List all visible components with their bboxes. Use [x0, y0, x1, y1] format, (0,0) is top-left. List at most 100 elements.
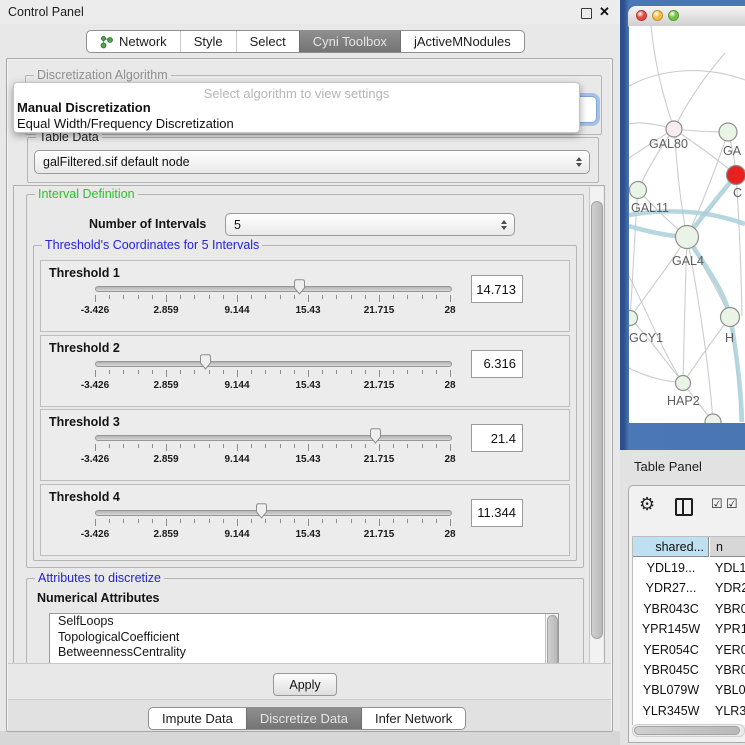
- slider-thumb[interactable]: [255, 503, 268, 519]
- attribute-list-item[interactable]: TopologicalCoefficient: [50, 630, 558, 646]
- slider-tick: [393, 444, 394, 448]
- slider-tick: [308, 295, 309, 302]
- attribute-list-item[interactable]: BetweennessCentrality: [50, 645, 558, 661]
- slider-tick: [308, 444, 309, 451]
- slider-tick: [379, 519, 380, 526]
- network-node[interactable]: [676, 376, 691, 391]
- threshold-value-field[interactable]: 6.316: [471, 350, 523, 378]
- tab-impute-data[interactable]: Impute Data: [149, 708, 246, 729]
- table-row[interactable]: YPR145WYPR1: [633, 619, 745, 639]
- table-row[interactable]: YDL19...YDL1: [633, 558, 745, 578]
- slider-tick: [294, 370, 295, 374]
- table-data-combobox[interactable]: galFiltered.sif default node: [34, 150, 590, 174]
- tab-style[interactable]: Style: [180, 31, 236, 52]
- slider-tick: [265, 295, 266, 299]
- slider-tick: [280, 370, 281, 374]
- slider-track[interactable]: [95, 435, 452, 441]
- table-horizontal-scrollbar[interactable]: [632, 724, 745, 737]
- slider-tick: [407, 295, 408, 299]
- gear-icon[interactable]: ⚙: [639, 494, 655, 515]
- algorithm-option[interactable]: Manual Discretization: [17, 100, 151, 115]
- slider-tick: [180, 295, 181, 299]
- list-scrollbar[interactable]: [545, 614, 558, 665]
- slider-track[interactable]: [95, 510, 452, 516]
- attribute-list-item[interactable]: SelfLoops: [50, 614, 558, 630]
- tab-discretize-data[interactable]: Discretize Data: [246, 708, 361, 729]
- number-of-intervals-combobox[interactable]: 5: [225, 213, 515, 236]
- number-of-intervals-label: Number of Intervals: [89, 217, 206, 231]
- close-icon[interactable]: ✕: [599, 4, 610, 20]
- tab-infer-network[interactable]: Infer Network: [361, 708, 465, 729]
- slider-tick: [436, 370, 437, 374]
- interval-definition-label: Interval Definition: [35, 187, 138, 201]
- slider-tick: [209, 444, 210, 448]
- cell-shared-name: YBL079W: [633, 680, 709, 700]
- network-node[interactable]: [666, 121, 682, 137]
- tab-jactivemnodules[interactable]: jActiveMNodules: [400, 31, 524, 52]
- table-header-shared-name[interactable]: shared...: [633, 537, 709, 557]
- network-node[interactable]: [727, 166, 745, 185]
- table-row[interactable]: YBL079WYBL0: [633, 680, 745, 700]
- slider-tick: [308, 370, 309, 377]
- cell-name: YLR3: [709, 701, 745, 721]
- slider-tick: [166, 295, 167, 302]
- threshold-value-field[interactable]: 11.344: [471, 499, 523, 527]
- apply-button[interactable]: Apply: [273, 673, 337, 696]
- table-row[interactable]: YER054CYER0: [633, 640, 745, 660]
- tab-network[interactable]: Network: [87, 31, 180, 52]
- threshold-label: Threshold 2: [49, 341, 120, 355]
- slider-tick: [379, 444, 380, 451]
- zoom-traffic-light-icon[interactable]: [668, 10, 679, 21]
- network-node[interactable]: [630, 182, 647, 199]
- table-row[interactable]: YLR345WYLR3: [633, 701, 745, 721]
- slider-tick: [237, 370, 238, 377]
- network-node[interactable]: [676, 226, 699, 249]
- cyni-toolbox-panel: Discretization Algorithm Table Data galF…: [6, 58, 613, 732]
- checkbox-icon[interactable]: ☑: [726, 496, 738, 512]
- slider-thumb[interactable]: [293, 279, 306, 295]
- split-columns-icon[interactable]: [675, 498, 693, 516]
- minimize-traffic-light-icon[interactable]: [652, 10, 663, 21]
- slider-tick: [223, 444, 224, 448]
- slider-tick-label: 9.144: [224, 305, 249, 316]
- threshold-label: Threshold 1: [49, 266, 120, 280]
- network-node[interactable]: [719, 123, 737, 141]
- slider-tick-label: 2.859: [153, 380, 178, 391]
- tab-select[interactable]: Select: [236, 31, 299, 52]
- slider-track[interactable]: [95, 361, 452, 367]
- network-node[interactable]: [721, 308, 740, 327]
- panel-title: Control Panel: [8, 5, 84, 19]
- slider-thumb[interactable]: [369, 428, 382, 444]
- network-canvas[interactable]: GAL80GACGAL11GAL4GCY1HHAP2: [629, 26, 745, 423]
- slider-tick-label: 15.43: [295, 454, 320, 465]
- numerical-attributes-list[interactable]: SelfLoopsTopologicalCoefficientBetweenne…: [49, 613, 559, 665]
- node-table-container: ⚙ ☑ ☑ shared...nYDL19...YDL1YDR27...YDR2…: [628, 485, 745, 743]
- slider-tick: [336, 295, 337, 299]
- threshold-value-field[interactable]: 14.713: [471, 275, 523, 303]
- settings-scrollbar[interactable]: [589, 187, 603, 663]
- apply-strip: Apply: [8, 663, 611, 700]
- tab-label: Discretize Data: [260, 711, 348, 726]
- cell-name: YBR0: [709, 660, 745, 680]
- float-window-icon[interactable]: [581, 8, 592, 19]
- node-table[interactable]: shared...nYDL19...YDL1YDR27...YDR2YBR043…: [632, 536, 745, 725]
- table-row[interactable]: YDR27...YDR2: [633, 578, 745, 598]
- slider-track[interactable]: [95, 286, 452, 292]
- slider-thumb[interactable]: [199, 354, 212, 370]
- slider-tick: [265, 519, 266, 523]
- tab-cyni-toolbox[interactable]: Cyni Toolbox: [299, 31, 400, 52]
- table-header-name[interactable]: n: [710, 537, 745, 557]
- settings-scroll-area: Interval Definition Number of Intervals …: [13, 185, 605, 665]
- slider-tick: [95, 370, 96, 377]
- table-row[interactable]: YBR045CYBR0: [633, 660, 745, 680]
- slider-tick: [95, 295, 96, 302]
- algorithm-option[interactable]: Equal Width/Frequency Discretization: [17, 116, 234, 131]
- threshold-value-field[interactable]: 21.4: [471, 424, 523, 452]
- close-traffic-light-icon[interactable]: [636, 10, 647, 21]
- threshold-label: Threshold 4: [49, 490, 120, 504]
- checkbox-icon[interactable]: ☑: [711, 496, 723, 512]
- threshold-box: Threshold 1-3.4262.8599.14415.4321.71528…: [40, 260, 570, 332]
- slider-tick: [294, 444, 295, 448]
- table-row[interactable]: YBR043CYBR0: [633, 599, 745, 619]
- network-node[interactable]: [629, 311, 638, 326]
